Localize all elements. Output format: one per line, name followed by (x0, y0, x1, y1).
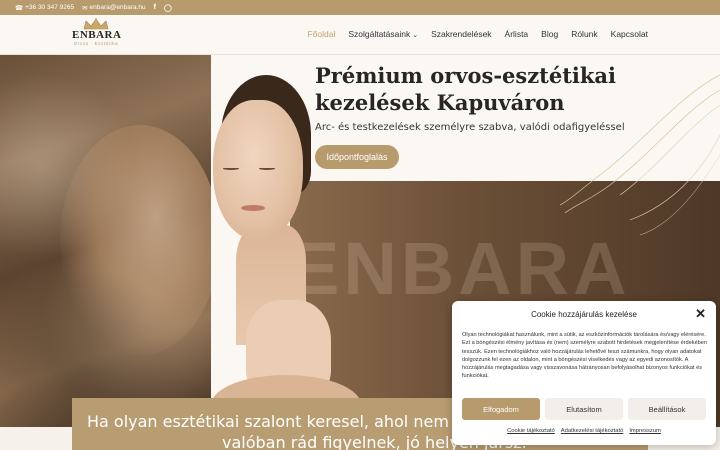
cookie-body: Olyan technológiákat használunk, mint a … (462, 332, 708, 380)
instagram-icon[interactable]: ◯ (164, 4, 172, 12)
eye-left (223, 167, 239, 170)
email-link[interactable]: ✉ enbara@enbara.hu (82, 4, 146, 12)
cookie-title: Cookie hozzájárulás kezelése (531, 310, 637, 319)
phone-link[interactable]: ☎ +36 30 347 9265 (15, 4, 74, 12)
cookie-buttons: Elfogadom Elutasítom Beállítások (462, 398, 706, 420)
cookie-policy-link[interactable]: Cookie tájékoztató (507, 428, 555, 434)
nav-item-fooldal[interactable]: Főoldal (307, 29, 335, 39)
glass-texture (0, 55, 211, 427)
site-logo[interactable]: ENBARA Orvos · Esztétika (72, 18, 122, 52)
accept-button[interactable]: Elfogadom (462, 398, 540, 420)
email-icon: ✉ (82, 4, 88, 12)
cookie-links: Cookie tájékoztató Adatkezelési tájékozt… (452, 428, 716, 434)
facebook-icon[interactable]: f (154, 4, 156, 11)
booking-button[interactable]: Időpontfoglalás (315, 145, 399, 169)
phone-number: +36 30 347 9265 (25, 4, 75, 11)
privacy-policy-link[interactable]: Adatkezelési tájékoztató (561, 428, 624, 434)
hero-title-line1: Prémium orvos-esztétikai (315, 63, 617, 88)
reject-button[interactable]: Elutasítom (545, 398, 623, 420)
face (213, 100, 303, 240)
nav-item-rolunk[interactable]: Rólunk (571, 29, 597, 39)
phone-icon: ☎ (15, 4, 24, 12)
eye-right (259, 167, 275, 170)
imprint-link[interactable]: Impresszum (629, 428, 661, 434)
hero-title: Prémium orvos-esztétikai kezelések Kapuv… (315, 62, 645, 116)
hero-title-line2: kezelések Kapuváron (315, 90, 565, 115)
logo-name: ENBARA (72, 29, 122, 41)
nav-item-szakrendelesek[interactable]: Szakrendelések (431, 29, 491, 39)
top-info-bar: ☎ +36 30 347 9265 ✉ enbara@enbara.hu f ◯ (0, 0, 720, 15)
frosted-glass-image (0, 55, 211, 427)
nav-item-szolgaltatasaink[interactable]: Szolgáltatásaink (348, 29, 418, 39)
nav-item-arlista[interactable]: Árlista (505, 29, 529, 39)
hero-subtitle: Arc- és testkezelések személyre szabva, … (315, 122, 625, 133)
close-icon[interactable]: ✕ (695, 307, 706, 321)
site-header: ENBARA Orvos · Esztétika Főoldal Szolgál… (0, 15, 720, 55)
logo-subtitle: Orvos · Esztétika (73, 41, 119, 46)
nav-item-blog[interactable]: Blog (541, 29, 558, 39)
lips (241, 205, 265, 211)
email-address: enbara@enbara.hu (89, 4, 146, 11)
nav-item-kapcsolat[interactable]: Kapcsolat (611, 29, 648, 39)
settings-button[interactable]: Beállítások (628, 398, 706, 420)
main-nav: Főoldal Szolgáltatásaink Szakrendelések … (307, 29, 648, 39)
cookie-consent-dialog: Cookie hozzájárulás kezelése ✕ Olyan tec… (452, 301, 716, 445)
